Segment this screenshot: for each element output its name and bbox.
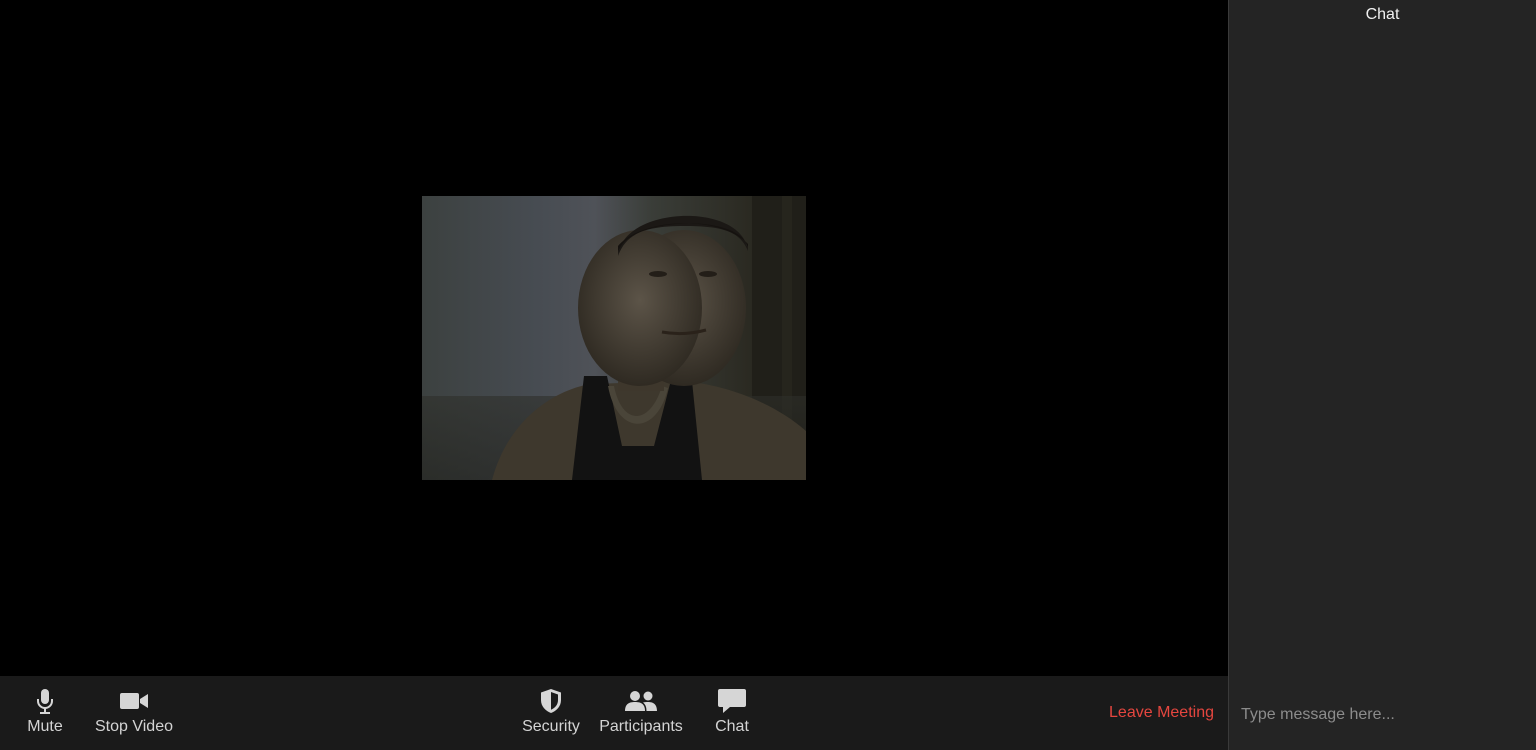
- stop-video-button[interactable]: Stop Video: [90, 676, 178, 750]
- chat-panel-title: Chat: [1365, 6, 1400, 23]
- video-stage: [0, 0, 1228, 676]
- security-label: Security: [522, 718, 580, 735]
- mute-button[interactable]: Mute: [20, 676, 70, 750]
- chat-panel: Chat: [1228, 0, 1536, 750]
- chat-label: Chat: [715, 718, 749, 735]
- speech-bubble-icon: [718, 688, 746, 714]
- microphone-icon: [35, 688, 55, 714]
- people-icon: [625, 688, 657, 714]
- chat-input-area: [1229, 682, 1536, 750]
- participant-video-tile[interactable]: [422, 196, 806, 480]
- participants-button[interactable]: Participants: [596, 676, 686, 750]
- video-camera-icon: [119, 688, 149, 714]
- zoom-meeting-window: Mute Stop Video Security Participants Ch…: [0, 0, 1536, 750]
- meeting-area: Mute Stop Video Security Participants Ch…: [0, 0, 1228, 750]
- mute-label: Mute: [27, 718, 63, 735]
- webcam-feed-image: [422, 196, 806, 480]
- meeting-toolbar: Mute Stop Video Security Participants Ch…: [0, 676, 1228, 750]
- chat-message-input[interactable]: [1241, 702, 1521, 728]
- chat-message-list[interactable]: [1229, 32, 1536, 682]
- leave-meeting-button[interactable]: Leave Meeting: [1109, 704, 1214, 722]
- stop-video-label: Stop Video: [95, 718, 173, 735]
- security-button[interactable]: Security: [518, 676, 584, 750]
- participants-label: Participants: [599, 718, 683, 735]
- chat-button[interactable]: Chat: [708, 676, 756, 750]
- shield-icon: [539, 688, 563, 714]
